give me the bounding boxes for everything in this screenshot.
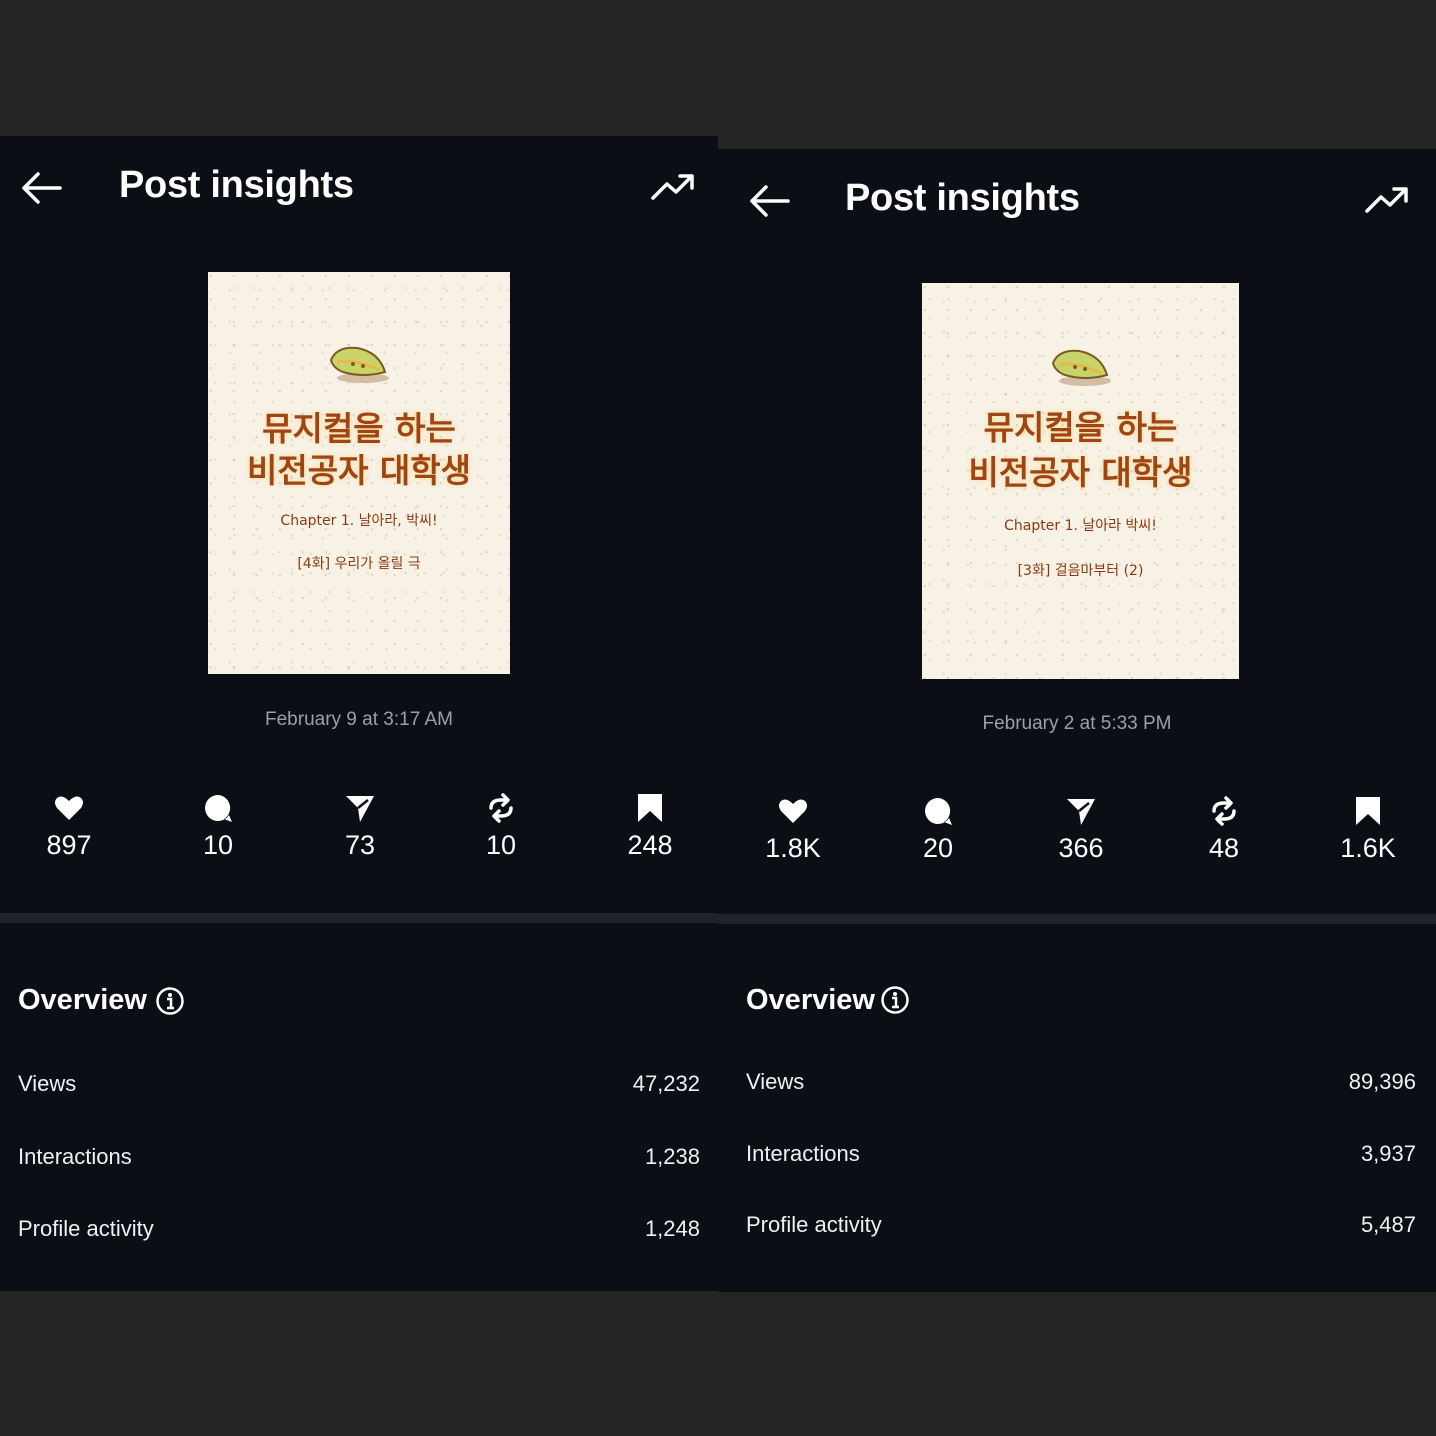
trending-up-icon[interactable]: [1364, 179, 1410, 219]
metric-label: Views: [18, 1071, 77, 1096]
repost-icon: [1212, 796, 1236, 826]
info-icon[interactable]: [155, 986, 185, 1016]
post-thumbnail[interactable]: 뮤지컬을 하는 비전공자 대학생 Chapter 1. 날아라, 박씨! [4화…: [208, 272, 510, 674]
metric-label: Profile activity: [18, 1216, 154, 1241]
thumbnail-episode: [3화] 걸음마부터 (2): [1017, 563, 1144, 579]
send-icon: [346, 796, 374, 822]
thumbnail-title-line1: 뮤지컬을 하는: [983, 408, 1178, 447]
metric-value: 1,238: [644, 1144, 700, 1169]
metric-row-profile-activity[interactable]: Profile activity 5,487: [746, 1212, 1416, 1248]
post-date: February 9 at 3:17 AM: [265, 709, 453, 730]
insights-panel-left: Post insights 뮤지컬을 하는 비전공자 대학생 Chapter 1…: [0, 136, 718, 1291]
thumbnail-title-line2: 비전공자 대학생: [968, 453, 1193, 492]
comment-icon: [925, 798, 952, 825]
metric-label: Views: [746, 1069, 805, 1094]
shares-stat[interactable]: 73: [305, 792, 415, 861]
metric-row-interactions[interactable]: Interactions 1,238: [18, 1144, 700, 1180]
shares-stat[interactable]: 366: [1026, 795, 1136, 864]
thumbnail-title-line1: 뮤지컬을 하는: [262, 409, 456, 448]
metric-row-views[interactable]: Views 47,232: [18, 1071, 700, 1107]
reposts-stat[interactable]: 48: [1169, 795, 1279, 864]
post-thumbnail[interactable]: 뮤지컬을 하는 비전공자 대학생 Chapter 1. 날아라 박씨! [3화]…: [922, 283, 1239, 679]
metric-row-interactions[interactable]: Interactions 3,937: [746, 1141, 1416, 1177]
thumbnail-chapter: Chapter 1. 날아라 박씨!: [1004, 518, 1157, 534]
shares-count: 366: [1058, 833, 1104, 863]
page-title: Post insights: [845, 177, 1080, 219]
metric-value: 5,487: [1360, 1212, 1416, 1237]
metric-row-views[interactable]: Views 89,396: [746, 1069, 1416, 1105]
comments-count: 20: [922, 833, 954, 863]
comments-count: 10: [202, 830, 234, 860]
reposts-count: 10: [485, 830, 517, 860]
info-icon[interactable]: [880, 985, 910, 1015]
bookmark-icon: [638, 794, 662, 822]
saves-stat[interactable]: 248: [595, 792, 705, 861]
thumbnail-episode: [4화] 우리가 올릴 극: [297, 556, 421, 572]
likes-count: 897: [46, 830, 92, 860]
thumbnail-title-line2: 비전공자 대학생: [246, 451, 471, 490]
metric-value: 1,248: [644, 1216, 700, 1241]
likes-stat[interactable]: 897: [14, 792, 124, 861]
engagement-stats: 1.8K 20 366 48 1.6K: [718, 795, 1436, 885]
repost-icon: [489, 793, 513, 823]
header: Post insights: [718, 149, 1436, 249]
metric-value: 47,232: [632, 1071, 700, 1096]
saves-count: 248: [627, 830, 673, 860]
fruit-illustration: [1051, 349, 1111, 386]
metric-value: 3,937: [1360, 1141, 1416, 1166]
engagement-stats: 897 10 73 10 248: [0, 792, 718, 882]
saves-stat[interactable]: 1.6K: [1313, 795, 1423, 864]
arrow-left-icon[interactable]: [18, 168, 64, 208]
metric-label: Interactions: [746, 1141, 860, 1166]
page-title: Post insights: [119, 164, 354, 206]
reposts-count: 48: [1208, 833, 1240, 863]
likes-stat[interactable]: 1.8K: [738, 795, 848, 864]
fruit-illustration: [329, 346, 389, 383]
likes-count: 1.8K: [765, 833, 821, 863]
thumbnail-chapter: Chapter 1. 날아라, 박씨!: [280, 513, 438, 529]
metric-label: Interactions: [18, 1144, 132, 1169]
overview-title: Overview: [18, 984, 147, 1016]
saves-count: 1.6K: [1340, 833, 1396, 863]
insights-panel-right: Post insights 뮤지컬을 하는 비전공자 대학생 Chapter 1…: [718, 149, 1436, 1292]
send-icon: [1067, 799, 1095, 825]
section-divider: [718, 914, 1436, 924]
trending-up-icon[interactable]: [650, 166, 696, 206]
header: Post insights: [0, 136, 718, 236]
heart-icon: [55, 796, 83, 820]
heart-icon: [779, 799, 807, 823]
comments-stat[interactable]: 10: [163, 792, 273, 861]
metric-row-profile-activity[interactable]: Profile activity 1,248: [18, 1216, 700, 1252]
metric-label: Profile activity: [746, 1212, 882, 1237]
comment-icon: [205, 795, 232, 822]
comments-stat[interactable]: 20: [883, 795, 993, 864]
reposts-stat[interactable]: 10: [446, 792, 556, 861]
metric-value: 89,396: [1348, 1069, 1416, 1094]
shares-count: 73: [344, 830, 376, 860]
overview-title: Overview: [746, 984, 875, 1016]
arrow-left-icon[interactable]: [746, 181, 792, 221]
post-date: February 2 at 5:33 PM: [982, 713, 1172, 734]
section-divider: [0, 913, 718, 923]
bookmark-icon: [1356, 797, 1380, 825]
